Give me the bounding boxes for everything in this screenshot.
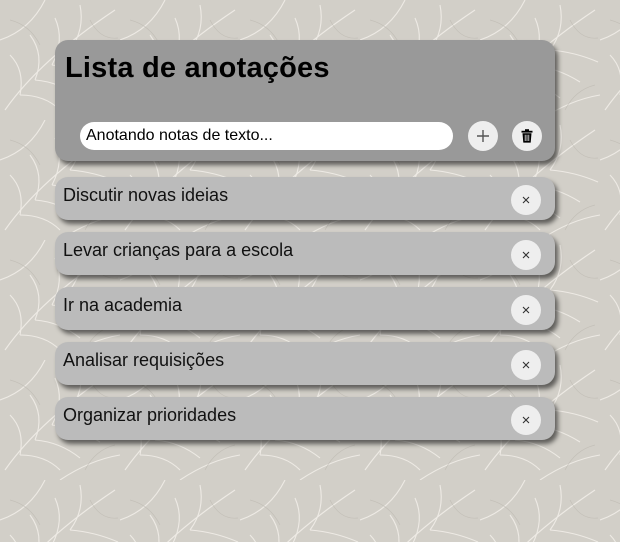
note-input[interactable] — [80, 122, 453, 150]
remove-note-button[interactable] — [511, 405, 541, 435]
list-item: Levar crianças para a escola — [55, 232, 555, 275]
note-text: Ir na academia — [63, 295, 183, 315]
close-icon — [522, 361, 530, 369]
list-item: Discutir novas ideias — [55, 177, 555, 220]
notes-header-card: Lista de anotações — [55, 40, 555, 161]
note-text: Discutir novas ideias — [63, 185, 229, 205]
note-text: Levar crianças para a escola — [63, 240, 294, 260]
remove-note-button[interactable] — [511, 240, 541, 270]
add-note-button[interactable] — [468, 121, 498, 151]
close-icon — [522, 196, 530, 204]
close-icon — [522, 251, 530, 259]
close-icon — [522, 306, 530, 314]
remove-note-button[interactable] — [511, 350, 541, 380]
list-item: Analisar requisições — [55, 342, 555, 385]
list-item: Ir na academia — [55, 287, 555, 330]
note-text: Organizar prioridades — [63, 405, 237, 425]
remove-note-button[interactable] — [511, 295, 541, 325]
page-title: Lista de anotações — [65, 52, 330, 84]
clear-notes-button[interactable] — [512, 121, 542, 151]
trash-icon — [521, 129, 533, 143]
list-item: Organizar prioridades — [55, 397, 555, 440]
note-text: Analisar requisições — [63, 350, 225, 370]
plus-icon — [477, 130, 489, 142]
remove-note-button[interactable] — [511, 185, 541, 215]
close-icon — [522, 416, 530, 424]
